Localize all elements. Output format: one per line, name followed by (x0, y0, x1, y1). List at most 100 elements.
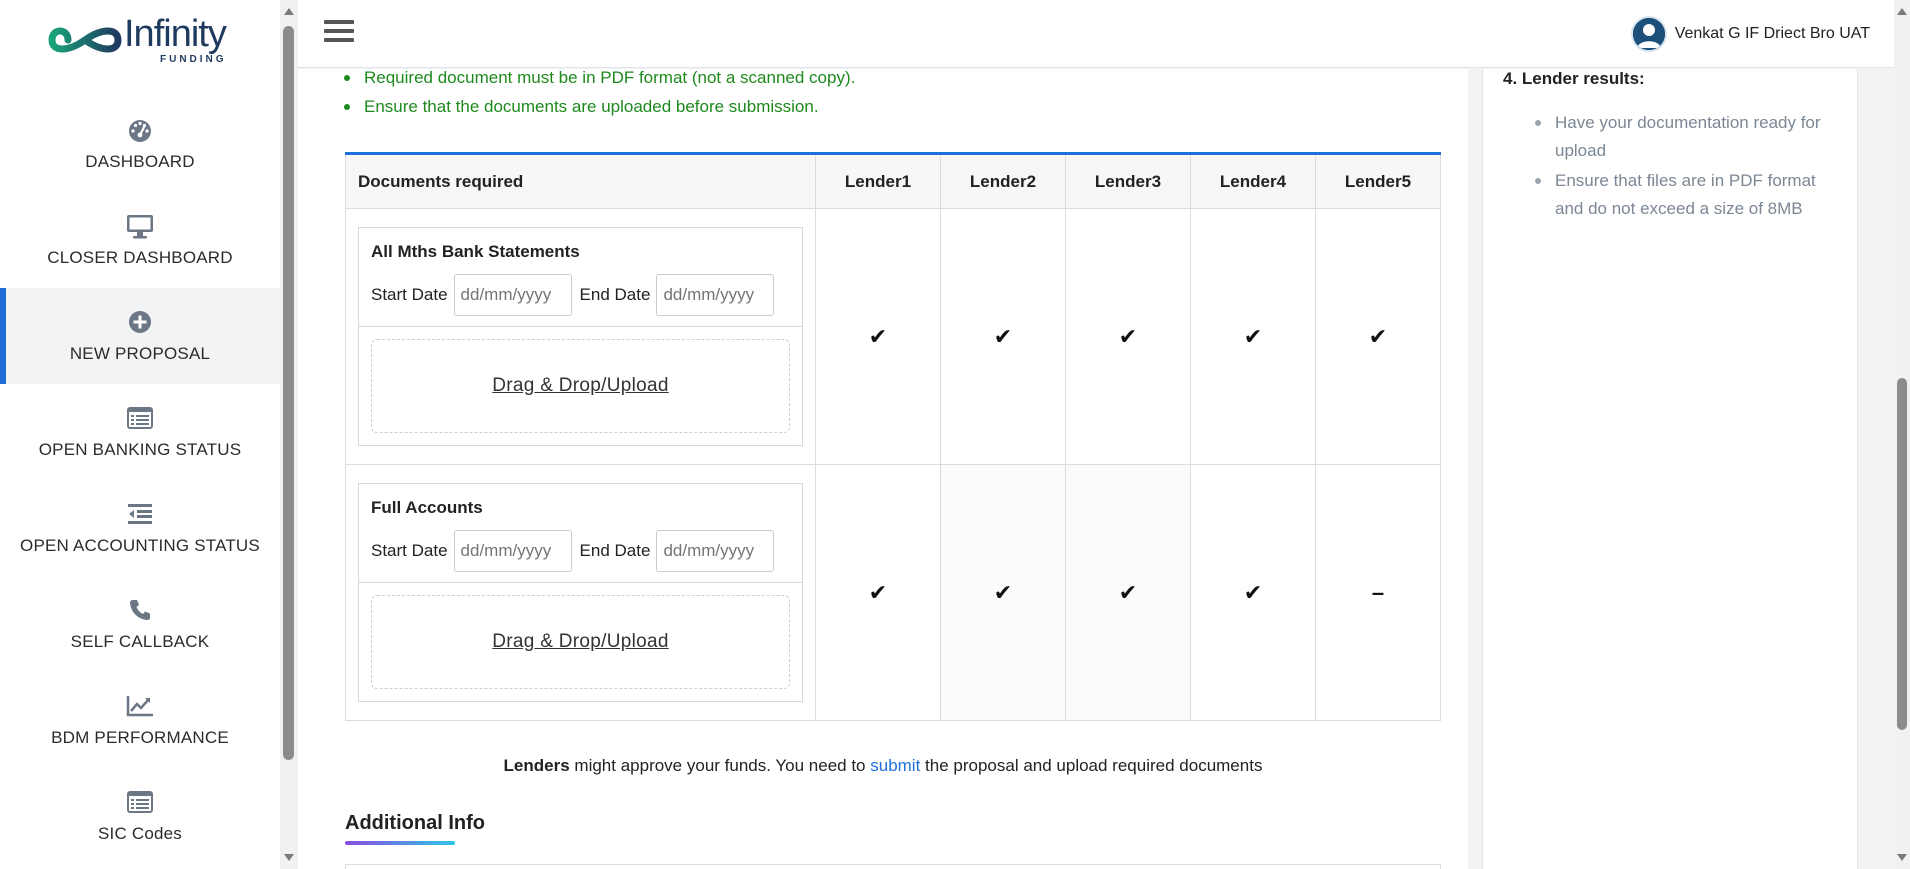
check-icon: ✔ (1243, 323, 1263, 349)
sidebar-nav: DASHBOARD CLOSER DASHBOARD NEW PROPOSAL … (0, 96, 280, 864)
end-date-label: End Date (579, 541, 651, 560)
lender-cell: ✔ (940, 464, 1066, 721)
lender-results-list: Have your documentation ready for upload… (1535, 109, 1835, 225)
scroll-down-arrow-icon[interactable] (284, 854, 294, 861)
lender-cell: ✔ (1190, 464, 1316, 721)
indent-list-icon (126, 500, 154, 528)
scroll-up-arrow-icon[interactable] (284, 8, 294, 15)
lenders-note: Lenders might approve your funds. You ne… (298, 756, 1468, 776)
phone-icon (126, 596, 154, 624)
sidebar-scrollbar-thumb[interactable] (283, 26, 294, 760)
upload-dropzone[interactable]: Drag & Drop/Upload (371, 595, 790, 689)
check-icon: ✔ (868, 579, 888, 605)
logo-wordmark: Infinity (124, 13, 227, 55)
column-header-lender5: Lender5 (1315, 153, 1441, 209)
check-icon: ✔ (1118, 579, 1138, 605)
check-icon: ✔ (1368, 323, 1388, 349)
lenders-note-text: the proposal and upload required documen… (920, 756, 1263, 775)
scroll-up-arrow-icon[interactable] (1897, 8, 1907, 15)
document-title: All Mths Bank Statements (371, 242, 580, 261)
hamburger-menu-icon[interactable] (324, 20, 354, 46)
documents-table: Documents required Lender1 Lender2 Lende… (345, 152, 1441, 721)
sidebar-item-open-banking-status[interactable]: OPEN BANKING STATUS (0, 384, 280, 480)
requirement-item: Required document must be in PDF format … (344, 69, 855, 98)
column-header-lender4: Lender4 (1190, 153, 1316, 209)
right-info-panel: 4. Lender results: Have your documentati… (1482, 69, 1858, 869)
check-icon: ✔ (1243, 579, 1263, 605)
lender-cell: ✔ (1065, 208, 1191, 465)
lenders-note-bold: Lenders (503, 756, 570, 775)
lender-cell: ✔ (1190, 208, 1316, 465)
sidebar-item-closer-dashboard[interactable]: CLOSER DASHBOARD (0, 192, 280, 288)
end-date-input[interactable] (656, 274, 775, 316)
column-header-lender2: Lender2 (940, 153, 1066, 209)
upload-dropzone[interactable]: Drag & Drop/Upload (371, 339, 790, 433)
list-window-icon (126, 404, 154, 432)
page-scrollbar-thumb[interactable] (1897, 378, 1907, 730)
submit-link[interactable]: submit (870, 756, 920, 775)
sidebar-item-sic-codes[interactable]: SIC Codes (0, 768, 280, 864)
start-date-label: Start Date (371, 285, 448, 304)
requirement-item: Ensure that the documents are uploaded b… (344, 98, 855, 127)
start-date-input[interactable] (453, 274, 572, 316)
table-row: Full Accounts Start Date End Date Drag &… (345, 464, 1441, 721)
check-icon: ✔ (1118, 323, 1138, 349)
trend-chart-icon (126, 692, 154, 720)
lender-cell: ✔ (940, 208, 1066, 465)
requirements-list: Required document must be in PDF format … (344, 69, 855, 127)
lender-cell: ✔ (1065, 464, 1191, 721)
sidebar-item-label: SIC Codes (97, 824, 182, 843)
end-date-label: End Date (579, 285, 651, 304)
infinity-logo-icon (48, 27, 122, 53)
document-cell: Full Accounts Start Date End Date Drag &… (345, 464, 816, 721)
lender-cell: ✔ (1315, 208, 1441, 465)
lenders-note-text: might approve your funds. You need to (569, 756, 871, 775)
additional-info-card (345, 864, 1441, 869)
check-icon: ✔ (868, 323, 888, 349)
document-card: All Mths Bank Statements Start Date End … (358, 227, 803, 446)
sidebar: Infinity FUNDING DASHBOARD CLOSER DASHBO… (0, 0, 280, 869)
monitor-icon (126, 212, 154, 240)
top-header: Venkat G IF Driect Bro UAT (298, 0, 1894, 68)
document-title: Full Accounts (371, 498, 483, 517)
column-header-lender1: Lender1 (815, 153, 941, 209)
user-menu[interactable]: Venkat G IF Driect Bro UAT (1630, 14, 1870, 54)
lender-cell: ✔ (815, 464, 941, 721)
column-header-documents: Documents required (345, 153, 816, 209)
sidebar-item-new-proposal[interactable]: NEW PROPOSAL (0, 288, 280, 384)
sidebar-item-label: CLOSER DASHBOARD (47, 248, 233, 267)
start-date-label: Start Date (371, 541, 448, 560)
sidebar-item-label: SELF CALLBACK (70, 632, 210, 651)
logo-tagline: FUNDING (160, 54, 227, 65)
sidebar-item-dashboard[interactable]: DASHBOARD (0, 96, 280, 192)
scroll-down-arrow-icon[interactable] (1897, 854, 1907, 861)
dash-icon: – (1371, 579, 1385, 605)
sidebar-item-label: DASHBOARD (85, 152, 195, 171)
user-name: Venkat G IF Driect Bro UAT (1674, 25, 1870, 42)
upload-link[interactable]: Drag & Drop/Upload (492, 631, 668, 653)
infinity-funding-logo[interactable]: Infinity FUNDING (48, 12, 230, 68)
list-window-icon (126, 788, 154, 816)
document-card: Full Accounts Start Date End Date Drag &… (358, 483, 803, 702)
heading-underline (345, 841, 455, 845)
lender-cell: – (1315, 464, 1441, 721)
sidebar-item-label: NEW PROPOSAL (69, 344, 211, 363)
column-header-lender3: Lender3 (1065, 153, 1191, 209)
sidebar-item-bdm-performance[interactable]: BDM PERFORMANCE (0, 672, 280, 768)
main-content: Required document must be in PDF format … (298, 69, 1468, 869)
sidebar-item-label: OPEN ACCOUNTING STATUS (20, 536, 260, 555)
sidebar-item-label: BDM PERFORMANCE (51, 728, 229, 747)
additional-info-heading: Additional Info (345, 812, 485, 834)
dashboard-gauge-icon (126, 116, 154, 144)
page-scrollbar[interactable] (1894, 0, 1910, 869)
sidebar-item-open-accounting-status[interactable]: OPEN ACCOUNTING STATUS (0, 480, 280, 576)
table-row: All Mths Bank Statements Start Date End … (345, 208, 1441, 465)
start-date-input[interactable] (453, 530, 572, 572)
user-avatar-icon (1630, 16, 1667, 52)
sidebar-scrollbar[interactable] (280, 0, 298, 869)
lender-results-title: 4. Lender results: (1503, 69, 1645, 88)
check-icon: ✔ (993, 579, 1013, 605)
sidebar-item-self-callback[interactable]: SELF CALLBACK (0, 576, 280, 672)
end-date-input[interactable] (656, 530, 775, 572)
upload-link[interactable]: Drag & Drop/Upload (492, 375, 668, 397)
